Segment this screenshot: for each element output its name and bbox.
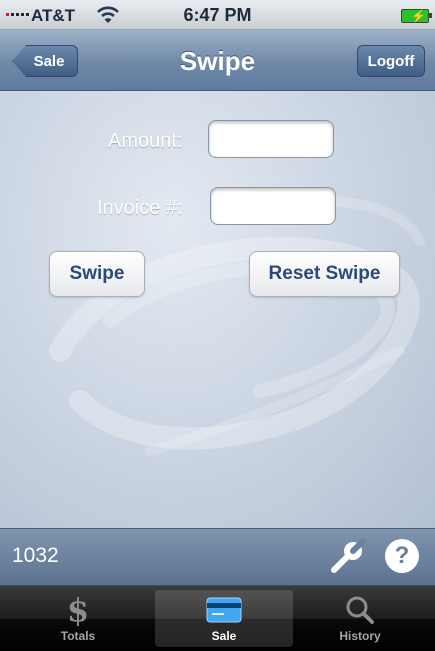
invoice-input[interactable] [210, 187, 336, 225]
credit-card-icon [155, 594, 293, 626]
tab-sale-label: Sale [211, 629, 237, 643]
navigation-bar: Sale Swipe Logoff [0, 30, 435, 91]
tab-sale[interactable]: Sale [155, 590, 293, 647]
wrench-icon[interactable] [328, 538, 366, 576]
invoice-label: Invoice #: [97, 197, 183, 219]
bottom-toolbar: 1032 ? [0, 528, 435, 586]
reset-swipe-button[interactable]: Reset Swipe [249, 251, 400, 297]
amount-label: Amount: [108, 130, 183, 152]
status-bar: AT&T 6:47 PM ⚡ [0, 0, 435, 30]
swipe-button[interactable]: Swipe [49, 251, 145, 297]
logoff-button[interactable]: Logoff [357, 45, 425, 77]
swipe-form-area: Amount: Invoice #: Swipe Reset Swipe [0, 91, 435, 528]
tab-bar: $ Totals Sale History [0, 586, 435, 651]
tab-history[interactable]: History [291, 590, 429, 647]
clock: 6:47 PM [183, 5, 252, 25]
tab-totals[interactable]: $ Totals [9, 590, 147, 647]
help-icon[interactable]: ? [385, 539, 419, 573]
tab-history-label: History [339, 629, 381, 643]
tab-totals-label: Totals [60, 629, 96, 643]
magnifier-icon [291, 594, 429, 626]
dollar-icon: $ [66, 591, 90, 629]
battery-charging-icon: ⚡ [401, 9, 432, 23]
transaction-count: 1032 [12, 544, 59, 567]
amount-input[interactable] [208, 120, 334, 158]
